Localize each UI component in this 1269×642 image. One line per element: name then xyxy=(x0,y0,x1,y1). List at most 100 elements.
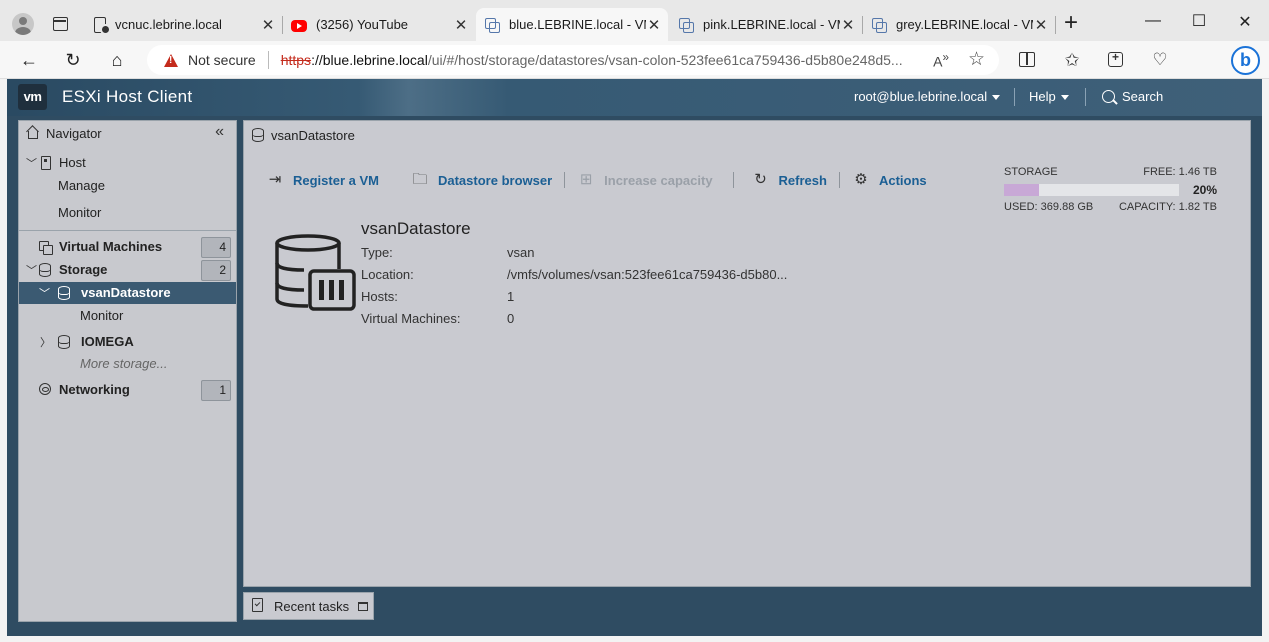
close-tab-icon[interactable]: ✕ xyxy=(1033,16,1049,34)
collections-icon[interactable] xyxy=(1108,50,1123,67)
actions-label: Actions xyxy=(878,172,927,188)
document-icon xyxy=(94,16,111,35)
register-vm-button[interactable]: ⇥ Register a VM xyxy=(266,172,379,188)
profile-avatar-icon[interactable] xyxy=(12,13,34,35)
recent-tasks-bar[interactable]: Recent tasks xyxy=(243,592,374,620)
nav-item-label: Manage xyxy=(58,178,105,193)
register-vm-icon: ⇥ xyxy=(268,171,282,188)
user-menu-label: root@blue.lebrine.local xyxy=(854,89,988,104)
nav-item-networking[interactable]: Networking 1 xyxy=(19,379,236,401)
maximize-panel-icon[interactable] xyxy=(358,602,368,611)
youtube-icon xyxy=(291,19,307,32)
read-aloud-icon[interactable]: A» xyxy=(933,51,949,70)
tab-divider xyxy=(1055,16,1056,34)
nav-item-label: Networking xyxy=(59,382,130,397)
close-tab-icon[interactable]: ✕ xyxy=(840,16,856,34)
storage-label: STORAGE xyxy=(1004,166,1058,178)
field-label: Type: xyxy=(361,245,393,260)
field-value: /vmfs/volumes/vsan:523fee61ca759436-d5b8… xyxy=(507,267,788,282)
navigator-title: Navigator xyxy=(46,126,102,141)
datastore-content-panel: vsanDatastore ⇥ Register a VM 🗀 Datastor… xyxy=(243,120,1251,587)
count-badge: 2 xyxy=(201,260,231,281)
chevron-down-icon[interactable]: ﹀ xyxy=(39,285,50,301)
header-divider xyxy=(1085,88,1086,106)
nav-item-label: Virtual Machines xyxy=(59,239,163,254)
home-icon[interactable]: ⌂ xyxy=(107,50,127,70)
nav-item-iomega[interactable]: 〉 IOMEGA xyxy=(19,331,236,353)
warning-icon xyxy=(164,53,178,67)
increase-capacity-label: Increase capacity xyxy=(604,172,713,188)
close-tab-icon[interactable]: ✕ xyxy=(453,16,469,34)
user-menu[interactable]: root@blue.lebrine.local xyxy=(854,89,1001,104)
count-badge: 4 xyxy=(201,237,231,258)
storage-free: FREE: 1.46 TB xyxy=(1143,166,1217,178)
not-secure-label[interactable]: Not secure xyxy=(188,52,256,68)
vmware-logo: vm xyxy=(18,84,47,110)
favorites-icon[interactable]: ✩ xyxy=(1061,50,1083,70)
nav-item-vsandatastore[interactable]: ﹀ vsanDatastore xyxy=(19,282,236,304)
help-menu[interactable]: Help xyxy=(1029,89,1069,104)
collapse-navigator-icon[interactable]: « xyxy=(215,123,224,141)
nav-item-label: Host xyxy=(59,155,86,170)
vm-icon xyxy=(871,17,887,33)
reload-icon[interactable]: ↻ xyxy=(63,50,83,70)
maximize-icon[interactable]: ☐ xyxy=(1189,11,1209,31)
nav-item-more-storage[interactable]: More storage... xyxy=(19,353,236,375)
browser-tab-pink[interactable]: pink.LEBRINE.local - VM ✕ xyxy=(670,8,862,41)
search-icon xyxy=(1102,90,1115,103)
breadcrumb: vsanDatastore xyxy=(252,126,355,143)
chevron-down-icon xyxy=(992,95,1001,101)
gear-icon: ⚙ xyxy=(854,171,868,188)
search-button[interactable]: Search xyxy=(1102,89,1163,104)
nav-item-host-monitor[interactable]: Monitor xyxy=(19,202,236,224)
address-divider xyxy=(267,51,269,69)
browser-tab-vcnuc[interactable]: vcnuc.lebrine.local ✕ xyxy=(86,8,282,41)
back-arrow-icon[interactable]: ← xyxy=(19,50,39,70)
close-window-icon[interactable]: ✕ xyxy=(1235,12,1255,32)
esxi-host-client: vm ESXi Host Client root@blue.lebrine.lo… xyxy=(7,79,1262,636)
toolbar-divider xyxy=(564,172,566,188)
favorite-star-icon[interactable]: ☆ xyxy=(968,48,985,71)
new-tab-icon[interactable]: + xyxy=(1064,11,1078,35)
datastore-icon xyxy=(252,128,264,142)
browser-tab-youtube[interactable]: (3256) YouTube ✕ xyxy=(283,8,475,41)
browser-tab-grey[interactable]: grey.LEBRINE.local - VM ✕ xyxy=(863,8,1055,41)
chevron-down-icon[interactable]: ﹀ xyxy=(26,155,37,171)
tab-title: blue.LEBRINE.local - VM xyxy=(509,17,646,32)
toolbar-divider xyxy=(732,172,734,188)
nav-item-label: More storage... xyxy=(80,356,168,371)
nav-item-virtual-machines[interactable]: Virtual Machines 4 xyxy=(19,236,236,258)
field-value: 0 xyxy=(507,311,515,326)
help-menu-label: Help xyxy=(1029,89,1056,104)
split-screen-icon[interactable] xyxy=(1019,52,1035,67)
field-label: Location: xyxy=(361,267,414,282)
datastore-large-icon xyxy=(275,234,356,311)
address-bar[interactable]: Not secure https ://blue.lebrine.local /… xyxy=(147,45,999,75)
nav-item-host-manage[interactable]: Manage xyxy=(19,175,236,197)
bing-copilot-icon[interactable]: b xyxy=(1231,46,1260,75)
datastore-icon xyxy=(58,286,70,300)
networking-icon xyxy=(39,383,51,395)
search-label: Search xyxy=(1122,89,1164,104)
close-tab-icon[interactable]: ✕ xyxy=(646,16,662,34)
browser-tab-blue[interactable]: blue.LEBRINE.local - VM ✕ xyxy=(476,8,668,41)
tab-actions-icon[interactable] xyxy=(53,17,68,31)
actions-button[interactable]: ⚙ Actions xyxy=(852,171,927,188)
storage-header-row: STORAGE FREE: 1.46 TB xyxy=(1004,166,1217,181)
nav-item-label: Storage xyxy=(59,262,108,277)
storage-percent: 20% xyxy=(1192,183,1217,197)
close-tab-icon[interactable]: ✕ xyxy=(260,16,276,34)
refresh-button[interactable]: ↻ Refresh xyxy=(752,172,827,188)
datastore-browser-button[interactable]: 🗀 Datastore browser xyxy=(411,172,552,188)
nav-item-datastore-monitor[interactable]: Monitor xyxy=(19,305,236,327)
header-divider xyxy=(1014,88,1015,106)
chevron-right-icon[interactable]: 〉 xyxy=(40,334,51,350)
minimize-icon[interactable]: — xyxy=(1143,12,1163,30)
storage-capacity: CAPACITY: 1.82 TB xyxy=(1118,201,1217,213)
browser-essentials-icon[interactable]: ♡ xyxy=(1149,50,1171,70)
chevron-down-icon[interactable]: ﹀ xyxy=(26,262,37,278)
increase-capacity-button[interactable]: ⊞ Increase capacity xyxy=(577,172,713,188)
count-badge: 1 xyxy=(201,380,231,401)
nav-item-host[interactable]: ﹀ Host xyxy=(19,152,236,174)
nav-item-storage[interactable]: ﹀ Storage 2 xyxy=(19,259,236,281)
